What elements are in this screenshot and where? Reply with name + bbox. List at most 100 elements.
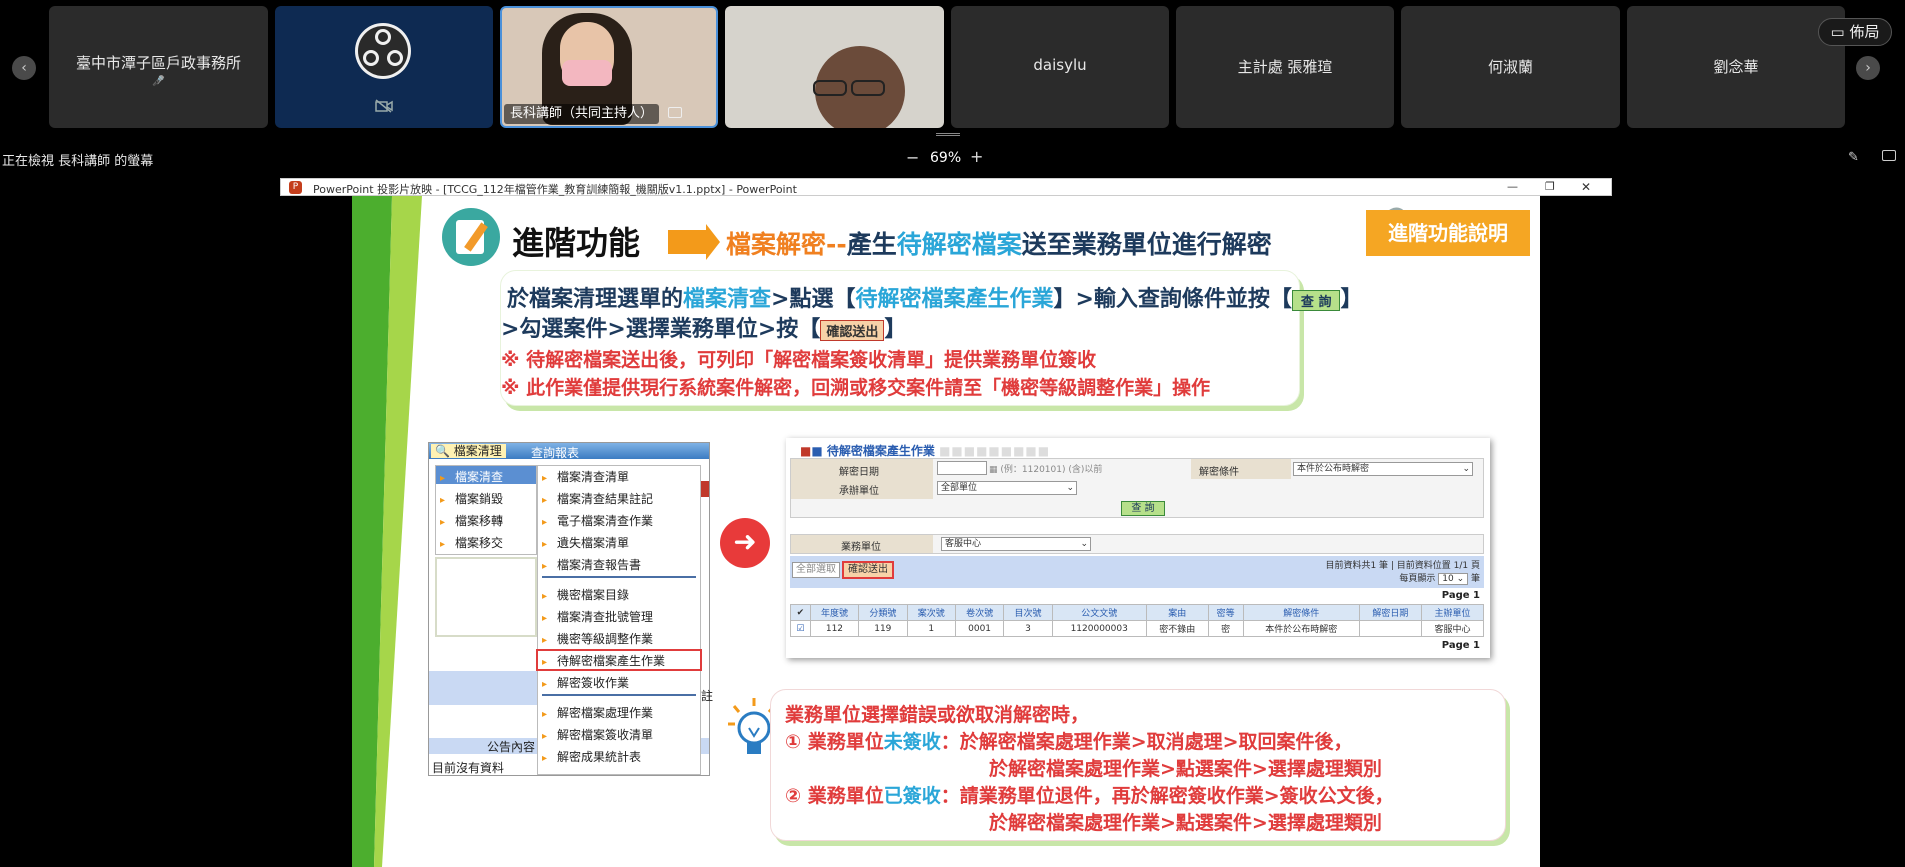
arrow-icon: ▸ bbox=[542, 709, 548, 720]
menu-item: 機密等級調整作業 bbox=[557, 632, 654, 646]
table-cell: 112 bbox=[809, 620, 860, 637]
text: 檔案清查 bbox=[683, 287, 772, 312]
dot-decoration: ■■■■■■■■■ bbox=[939, 444, 1051, 458]
text: 】 bbox=[884, 317, 907, 342]
per-page: 每頁顯示 10 ⌄ 筆 bbox=[1399, 571, 1480, 585]
participant-tile[interactable]: 劉念華 bbox=[1627, 6, 1845, 128]
menu-item: 解密簽收作業 bbox=[557, 676, 630, 690]
participant-tile[interactable]: 主計處 張雅瑄 bbox=[1176, 6, 1394, 128]
maximize-button[interactable]: ❐ bbox=[1545, 180, 1555, 193]
text: 未簽收 bbox=[883, 731, 941, 753]
chevron-down-icon: ⌄ bbox=[1066, 483, 1074, 493]
text: ：於解密檔案處理作業>取消處理>取回案件後， bbox=[940, 731, 1353, 753]
subtitle-part: 檔案解密-- bbox=[726, 230, 847, 259]
layout-button[interactable]: ▭ 佈局 bbox=[1818, 18, 1892, 46]
popout-icon[interactable] bbox=[1882, 150, 1896, 161]
no-data-text: 目前沒有資料 bbox=[432, 761, 505, 775]
menu-item: 檔案清查清單 bbox=[557, 470, 630, 484]
query-button-image: 查 詢 bbox=[1291, 289, 1341, 311]
arrow-icon: ▸ bbox=[440, 473, 446, 484]
text: ：請業務單位退件，再於解密簽收作業>簽收公文後， bbox=[940, 785, 1394, 807]
column-header: 案次號 bbox=[906, 604, 956, 621]
menu-divider bbox=[542, 576, 696, 578]
column-header: 卷次號 bbox=[954, 604, 1005, 621]
layout-icon: ▭ bbox=[1830, 23, 1850, 41]
column-header: 目次號 bbox=[1003, 604, 1053, 621]
business-unit-value: 客服中心 bbox=[945, 539, 982, 549]
confirm-send-button: 確認送出 bbox=[842, 561, 894, 579]
table-cell bbox=[1358, 620, 1422, 637]
menu-item: 解密檔案簽收清單 bbox=[557, 728, 654, 742]
page-indicator: Page 1 bbox=[1441, 590, 1480, 601]
close-button[interactable]: ✕ bbox=[1581, 180, 1591, 194]
arrow-icon: ▸ bbox=[440, 517, 446, 528]
chevron-down-icon: ⌄ bbox=[1462, 464, 1470, 474]
unit-label: 承辦單位 bbox=[839, 486, 879, 497]
menu-item: 檔案清查 bbox=[455, 470, 504, 484]
menu-item: 解密檔案處理作業 bbox=[557, 706, 654, 720]
menu-item: 解密成果統計表 bbox=[557, 750, 642, 764]
table-row: ☑ 112 119 1 0001 3 1120000003 密不錄由 密 本件於… bbox=[790, 620, 1485, 637]
chevron-right-icon: › bbox=[1865, 60, 1871, 76]
resize-handle[interactable] bbox=[936, 133, 960, 136]
menu-item: 待解密檔案產生作業 bbox=[557, 654, 666, 668]
menu-tabbar: 🔍 檔案清理 查詢報表 bbox=[429, 443, 709, 460]
participant-tile[interactable]: 何淑蘭 bbox=[1401, 6, 1620, 128]
text: >點選【 bbox=[771, 287, 856, 312]
table-header-row: ✔ 年度號 分類號 案次號 卷次號 目次號 公文文號 案由 密等 解密條件 解密… bbox=[790, 604, 1485, 621]
annotate-icon[interactable]: ✎ bbox=[1848, 150, 1859, 165]
chevron-left-icon: ‹ bbox=[21, 60, 27, 76]
table-cell: 3 bbox=[1003, 620, 1053, 637]
prev-participants-button[interactable]: ‹ bbox=[12, 56, 36, 80]
tip-item-2-cont: 於解密檔案處理作業>點選案件>選擇處理類別 bbox=[989, 812, 1382, 834]
next-participants-button[interactable]: › bbox=[1856, 56, 1880, 80]
zoom-out-button[interactable]: − bbox=[906, 148, 919, 167]
participant-tile[interactable]: 臺中市潭子區戶政事務所 🎤̸ bbox=[49, 6, 268, 128]
table-cell: 0001 bbox=[954, 620, 1005, 637]
layout-button-label: 佈局 bbox=[1849, 23, 1880, 41]
participant-name: 劉念華 bbox=[1713, 58, 1759, 76]
muted-mic-icon: 🎤̸ bbox=[152, 76, 165, 87]
search-icon: 🔍 bbox=[435, 444, 450, 458]
viewing-label: 正在檢視 長科講師 的螢幕 bbox=[2, 154, 154, 169]
table-cell: 密 bbox=[1207, 620, 1244, 637]
participant-tile[interactable] bbox=[725, 6, 944, 128]
zoom-in-button[interactable]: + bbox=[970, 147, 983, 166]
menu-item: 檔案清查報告書 bbox=[557, 558, 642, 572]
column-header: ✔ bbox=[790, 604, 811, 621]
participant-tile[interactable]: daisylu bbox=[951, 6, 1169, 128]
menu-item: 檔案移轉 bbox=[455, 514, 504, 528]
column-header: 案由 bbox=[1145, 604, 1209, 621]
arrow-icon: ▸ bbox=[542, 561, 548, 572]
column-header: 解密條件 bbox=[1242, 604, 1360, 621]
text: 待解密檔案產生作業 bbox=[855, 287, 1054, 312]
participant-tile-active[interactable]: 長科講師（共同主持人） bbox=[500, 6, 718, 128]
tab-query-report: 查詢報表 bbox=[531, 446, 580, 460]
table-cell: 1 bbox=[906, 620, 956, 637]
table-cell: 本件於公布時解密 bbox=[1242, 620, 1360, 637]
note-2: ※ 此作業僅提供現行系統案件解密，回溯或移交案件請至「機密等級調整作業」操作 bbox=[501, 377, 1211, 399]
result-table: ✔ 年度號 分類號 案次號 卷次號 目次號 公文文號 案由 密等 解密條件 解密… bbox=[790, 604, 1485, 637]
menu-screenshot: 🔍 檔案清理 查詢報表 ▸ 檔案清查 ▸ 檔案銷毀 ▸ 檔案移轉 ▸ 檔案移交 公告內容… bbox=[428, 442, 713, 776]
menu-item: 電子檔案清查作業 bbox=[557, 514, 654, 528]
date-input bbox=[937, 461, 987, 475]
submenu-left: ▸ 檔案清查 ▸ 檔案銷毀 ▸ 檔案移轉 ▸ 檔案移交 bbox=[435, 465, 537, 555]
arrow-icon: ▸ bbox=[440, 495, 446, 506]
table-cell: 1120000003 bbox=[1051, 620, 1147, 637]
participant-name: 主計處 張雅瑄 bbox=[1237, 58, 1333, 76]
red-tab-marker bbox=[701, 481, 709, 497]
text: 於檔案清理選單的 bbox=[507, 287, 684, 312]
arrow-icon: ▸ bbox=[542, 591, 548, 602]
column-header: 公文文號 bbox=[1051, 604, 1147, 621]
text: 】>輸入查詢條件並按【 bbox=[1053, 287, 1292, 312]
ppt-window-title: PowerPoint 投影片放映 - [TCCG_112年檔管作業_教育訓練簡報… bbox=[313, 183, 797, 196]
participant-tile[interactable] bbox=[275, 6, 493, 128]
participant-name: 長科講師（共同主持人） bbox=[504, 104, 660, 124]
chevron-down-icon: ⌄ bbox=[1456, 574, 1465, 584]
per-page-select: 10 ⌄ bbox=[1438, 573, 1469, 585]
tab-archive-cleanup: 🔍 檔案清理 bbox=[431, 444, 506, 458]
unit-select: 全部單位 ⌄ bbox=[937, 481, 1077, 495]
arrow-icon: ▸ bbox=[542, 679, 548, 690]
form-title: ■■ 待解密檔案產生作業 ■■■■■■■■■ bbox=[800, 442, 1050, 459]
minimize-button[interactable]: — bbox=[1507, 180, 1518, 193]
